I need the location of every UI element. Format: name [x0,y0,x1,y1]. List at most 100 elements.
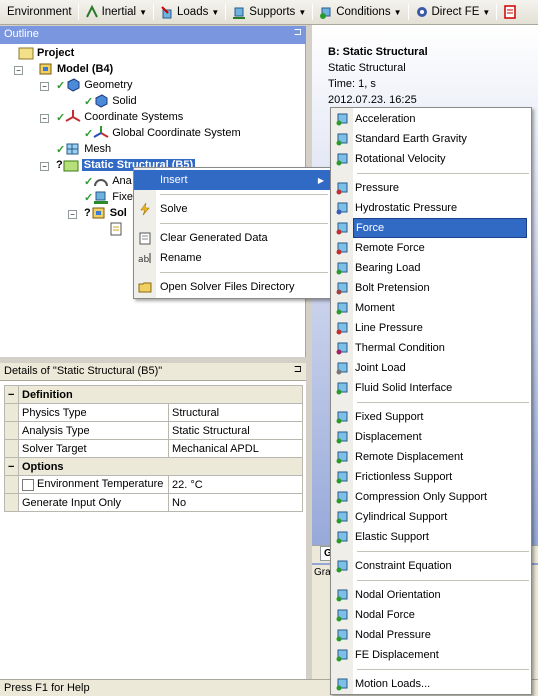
tree-item-model[interactable]: Model (B4) [38,61,113,77]
menu-item-label: Nodal Pressure [355,629,431,641]
menu-item-standard-earth-gravity[interactable]: Standard Earth Gravity [331,129,531,149]
menu-item-remote-displacement[interactable]: Remote Displacement [331,447,531,467]
menu-item-fluid-solid-interface[interactable]: Fluid Solid Interface [331,378,531,398]
parameter-checkbox[interactable] [22,478,34,491]
property-value[interactable]: Structural [168,403,303,422]
menu-item-moment[interactable]: Moment [331,298,531,318]
loads-dropdown-button[interactable]: Loads ▼ [157,2,222,22]
tree-item-global-coordinate-system[interactable]: ✓ Global Coordinate System [84,125,241,141]
menu-item-open-solver-files-directory[interactable]: Open Solver Files Directory [134,277,330,297]
menu-item-joint-load[interactable]: Joint Load [331,358,531,378]
collapse-toggle[interactable]: − [14,66,23,75]
check-icon: ✓ [56,143,66,156]
details-group-options[interactable]: − Options [4,457,303,476]
menu-item-clear-generated-data[interactable]: Clear Generated Data [134,228,330,248]
menu-item-label: FE Displacement [355,649,439,661]
tree-item-fixed-support[interactable]: ✓ Fixe [84,189,133,205]
outline-header: Outline ⊐ [0,26,306,44]
menu-item-label: Constraint Equation [355,560,452,572]
property-value[interactable]: Static Structural [168,421,303,440]
tree-item-project[interactable]: Project [18,45,74,61]
environment-label: Environment [7,6,72,18]
graphics-timestamp: 2012.07.23. 16:25 [328,94,417,106]
menu-item-frictionless-support[interactable]: Frictionless Support [331,467,531,487]
bolt-pretension-icon [331,281,353,295]
conditions-icon [319,5,333,19]
menu-item-label: Remote Displacement [355,451,464,463]
tree-item-solution-information[interactable] [108,221,127,237]
menu-item-pressure[interactable]: Pressure [331,178,531,198]
tree-item-analysis-settings[interactable]: ✓ Ana [84,173,132,189]
rename-icon: ab [134,251,156,265]
menu-item-nodal-orientation[interactable]: Nodal Orientation [331,585,531,605]
collapse-toggle[interactable]: − [4,385,19,404]
graphics-annotation: B: Static Structural Static Structural T… [328,44,428,108]
direct-fe-dropdown-button[interactable]: Direct FE ▼ [412,2,494,22]
menu-item-nodal-pressure[interactable]: Nodal Pressure [331,625,531,645]
menu-item-nodal-force[interactable]: Nodal Force [331,605,531,625]
group-label: Options [18,457,303,476]
tree-item-mesh[interactable]: ✓ Mesh [56,141,111,157]
tree-item-coordinate-systems[interactable]: ✓ Coordinate Systems [56,109,183,125]
menu-item-bearing-load[interactable]: Bearing Load [331,258,531,278]
menu-item-remote-force[interactable]: Remote Force [331,238,531,258]
pin-icon[interactable]: ⊐ [294,364,302,375]
collapse-toggle[interactable]: − [40,114,49,123]
menu-item-motion-loads[interactable]: Motion Loads... [331,674,531,694]
tree-item-geometry[interactable]: ✓ Geometry [56,77,133,93]
menu-item-force[interactable]: Force [331,218,531,238]
details-row[interactable]: Analysis Type Static Structural [4,421,303,440]
chevron-down-icon: ▼ [482,7,491,17]
menu-item-label: Compression Only Support [355,491,488,503]
menu-item-constraint-equation[interactable]: Constraint Equation [331,556,531,576]
menu-item-solve[interactable]: Solve [134,199,330,219]
direct-fe-icon [415,5,429,19]
menu-item-bolt-pretension[interactable]: Bolt Pretension [331,278,531,298]
tree-item-solid[interactable]: ✓ Solid [84,93,137,109]
details-group-definition[interactable]: − Definition [4,385,303,404]
menu-item-elastic-support[interactable]: Elastic Support [331,527,531,547]
menu-item-label: Joint Load [355,362,406,374]
property-label: Generate Input Only [18,493,169,512]
menu-item-acceleration[interactable]: Acceleration [331,109,531,129]
menu-item-line-pressure[interactable]: Line Pressure [331,318,531,338]
menu-item-rotational-velocity[interactable]: Rotational Velocity [331,149,531,169]
graphics-subtitle: Static Structural [328,62,406,74]
supports-dropdown-button[interactable]: Supports ▼ [229,2,309,22]
worksheet-button[interactable] [500,2,523,22]
solution-icon [91,205,107,221]
collapse-toggle[interactable]: − [40,82,49,91]
property-value[interactable]: 22. °C [168,475,303,494]
menu-separator [357,580,529,581]
menu-item-label: Hydrostatic Pressure [355,202,458,214]
menu-item-rename[interactable]: ab Rename [134,248,330,268]
menu-item-label: Frictionless Support [355,471,453,483]
property-value[interactable]: Mechanical APDL [168,439,303,458]
collapse-toggle[interactable]: − [68,210,77,219]
details-row[interactable]: Generate Input Only No [4,493,303,512]
details-row[interactable]: Physics Type Structural [4,403,303,422]
details-row[interactable]: Solver Target Mechanical APDL [4,439,303,458]
collapse-toggle[interactable]: − [4,457,19,476]
menu-item-fixed-support[interactable]: Fixed Support [331,407,531,427]
displacement-icon [331,430,353,444]
question-icon: ? [56,159,63,171]
menu-item-displacement[interactable]: Displacement [331,427,531,447]
menu-item-hydrostatic-pressure[interactable]: Hydrostatic Pressure [331,198,531,218]
tree-item-solution[interactable]: ? Sol [84,205,127,221]
details-row[interactable]: Environment Temperature 22. °C [4,475,303,494]
menu-item-insert[interactable]: Insert ▶ [134,170,330,190]
inertial-dropdown-button[interactable]: Inertial ▼ [82,2,150,22]
menu-item-thermal-condition[interactable]: Thermal Condition [331,338,531,358]
menu-item-compression-only-support[interactable]: Compression Only Support [331,487,531,507]
menu-item-fe-displacement[interactable]: FE Displacement [331,645,531,665]
menu-item-cylindrical-support[interactable]: Cylindrical Support [331,507,531,527]
conditions-dropdown-button[interactable]: Conditions ▼ [316,2,404,22]
menu-item-label: Acceleration [355,113,416,125]
property-value[interactable]: No [168,493,303,512]
collapse-toggle[interactable]: − [40,162,49,171]
solid-icon [93,93,109,109]
analysis-settings-icon [93,173,109,189]
project-icon [18,45,34,61]
pin-icon[interactable]: ⊐ [294,27,302,38]
